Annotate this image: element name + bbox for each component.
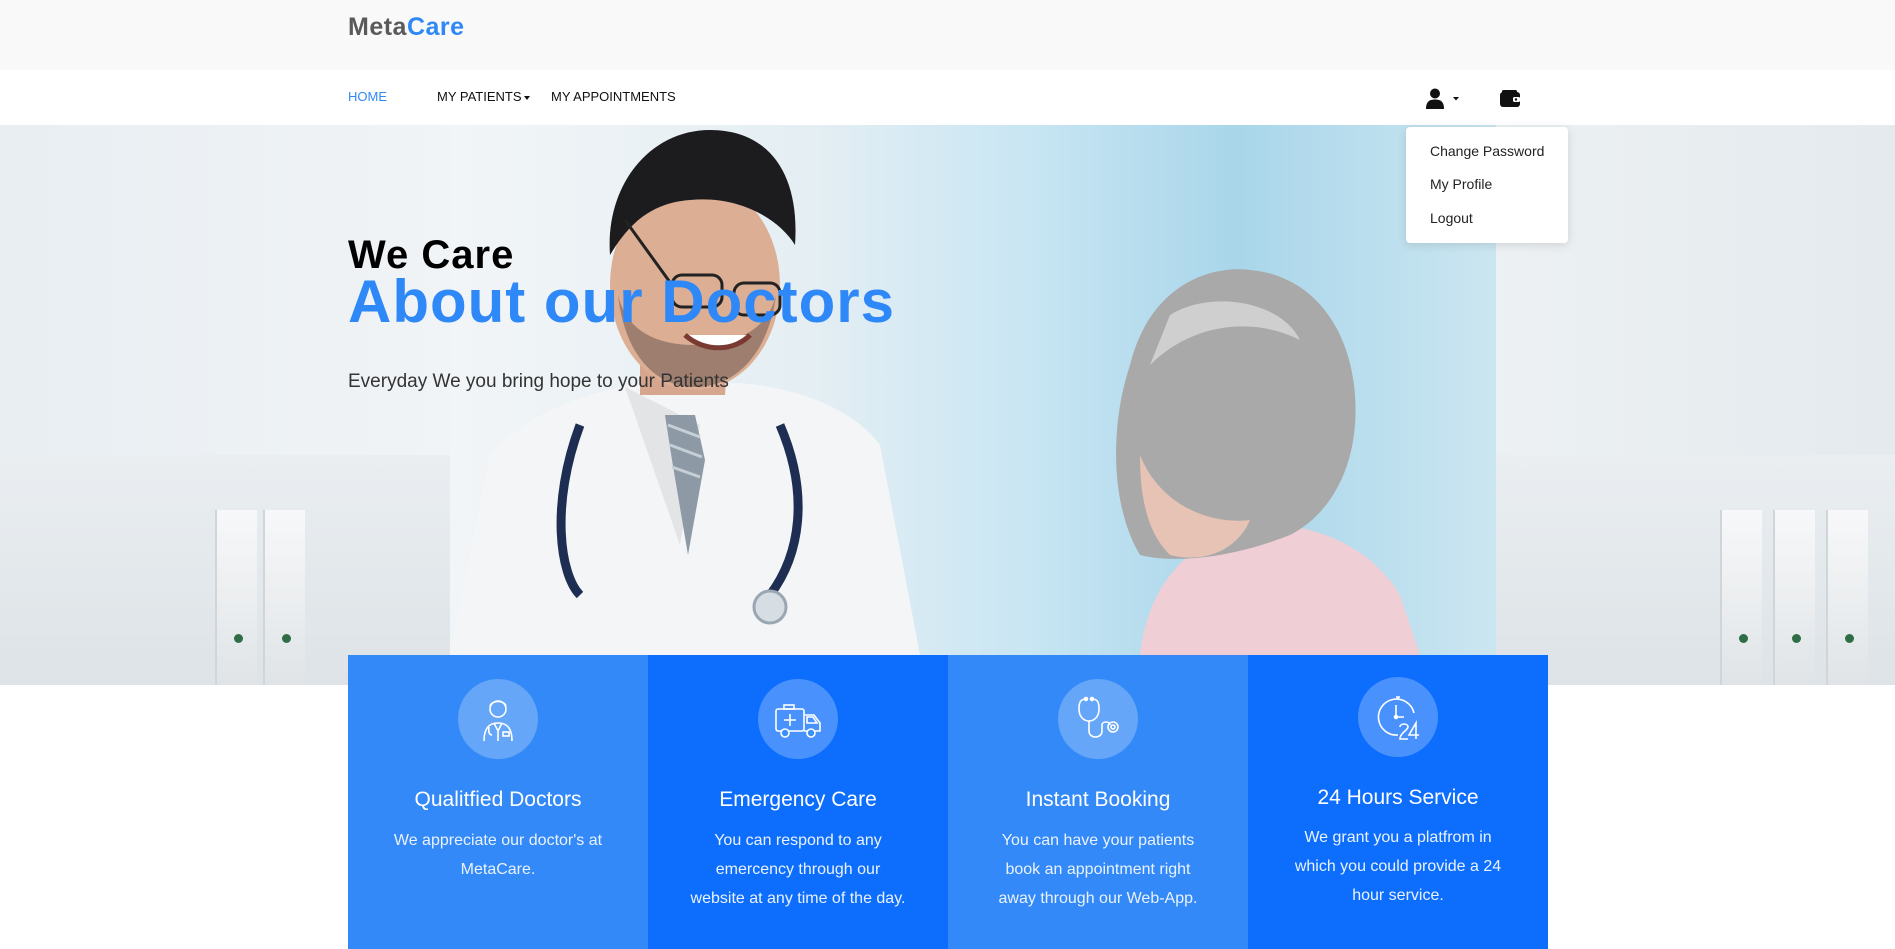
feature-title: 24 Hours Service <box>1317 786 1479 809</box>
hero-banner <box>0 125 1895 685</box>
user-dropdown-menu: Change Password My Profile Logout <box>1406 127 1568 243</box>
feature-card-qualified-doctors: Qualitfied Doctors We appreciate our doc… <box>348 655 648 949</box>
background-binder <box>215 510 257 685</box>
brand-part-meta: Meta <box>348 13 407 41</box>
doctor-icon <box>458 679 538 759</box>
background-binder <box>1720 510 1762 685</box>
feature-title: Qualitfied Doctors <box>414 788 582 811</box>
feature-card-instant-booking: Instant Booking You can have your patien… <box>948 655 1248 949</box>
brand-part-care: Care <box>406 13 465 41</box>
hero-heading-line2: About our Doctors <box>348 268 895 335</box>
feature-description: You can respond to any emercency through… <box>690 832 906 907</box>
clock-24-icon <box>1358 677 1438 757</box>
feature-card-24-hours-service: 24 Hours Service We grant you a platfrom… <box>1248 655 1548 949</box>
brand-logo[interactable]: MetaCare <box>348 13 465 42</box>
feature-description: You can have your patients book an appoi… <box>998 832 1198 907</box>
nav-home[interactable]: HOME <box>348 89 387 104</box>
background-binder <box>1826 510 1868 685</box>
main-navbar: HOME MY PATIENTS MY APPOINTMENTS <box>0 70 1895 125</box>
stethoscope-icon <box>1058 679 1138 759</box>
user-icon <box>1426 88 1459 109</box>
nav-my-patients-dropdown[interactable]: MY PATIENTS <box>437 89 530 104</box>
nav-my-appointments[interactable]: MY APPOINTMENTS <box>551 89 676 104</box>
nav-my-patients-label: MY PATIENTS <box>437 89 522 104</box>
menu-item-change-password[interactable]: Change Password <box>1430 143 1544 159</box>
background-binder <box>263 510 305 685</box>
hero-subtitle: Everyday We you bring hope to your Patie… <box>348 371 729 392</box>
background-binder <box>1773 510 1815 685</box>
menu-item-logout[interactable]: Logout <box>1430 210 1473 226</box>
wallet-icon <box>1500 90 1520 107</box>
menu-item-my-profile[interactable]: My Profile <box>1430 176 1492 192</box>
top-bar: MetaCare <box>0 0 1895 70</box>
caret-down-icon <box>523 95 530 100</box>
ambulance-icon <box>758 679 838 759</box>
wallet-button[interactable] <box>1499 89 1521 109</box>
feature-description: We grant you a platfrom in which you cou… <box>1294 829 1502 904</box>
feature-title: Instant Booking <box>1025 788 1171 811</box>
feature-card-emergency-care: Emergency Care You can respond to any em… <box>648 655 948 949</box>
features-row: Qualitfied Doctors We appreciate our doc… <box>348 655 1549 949</box>
feature-title: Emergency Care <box>719 788 877 811</box>
feature-description: We appreciate our doctor's at MetaCare. <box>393 832 603 878</box>
user-menu-toggle[interactable] <box>1424 87 1464 111</box>
